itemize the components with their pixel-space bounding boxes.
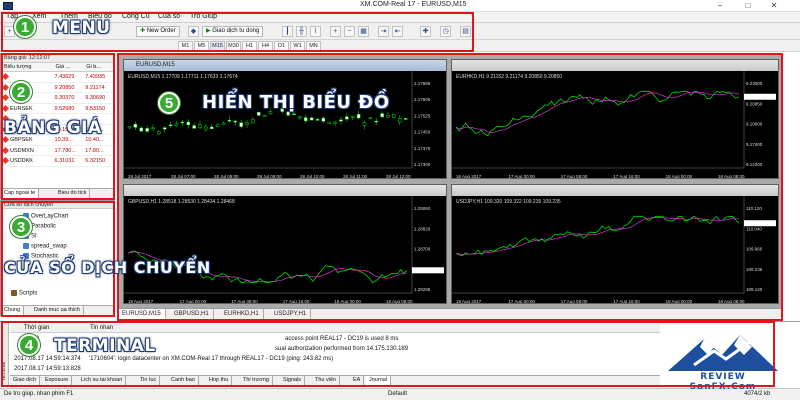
annotation-label-menu: MENU <box>52 18 111 38</box>
minimize-button[interactable]: – <box>714 1 726 10</box>
annotation-badge-3: 3 <box>10 216 32 238</box>
annotation-badge-1: 1 <box>14 16 36 38</box>
annotation-label-navigator: CỬA SỔ DỊCH CHUYỂN <box>4 258 211 277</box>
annotation-label-market-watch: BẢNG GIÁ <box>4 118 102 138</box>
annotation-badge-4: 4 <box>18 334 40 356</box>
annotation-label-terminal: TERMINAL <box>54 336 156 356</box>
annotation-badge-2: 2 <box>10 81 32 103</box>
window-title: XM.COM-Real 17 - EURUSD,M15 <box>360 1 467 8</box>
status-help: De tro giup, nhan phim F1 <box>4 391 74 397</box>
maximize-button[interactable]: □ <box>742 1 754 10</box>
annotation-badge-5: 5 <box>158 92 180 114</box>
annotation-label-charts: HIỂN THỊ BIỂU ĐỒ <box>202 92 390 113</box>
app-icon <box>3 2 13 10</box>
close-button[interactable]: ✕ <box>768 1 780 10</box>
title-bar: XM.COM-Real 17 - EURUSD,M15 – □ ✕ <box>0 0 800 12</box>
status-profile: Default <box>388 391 408 397</box>
